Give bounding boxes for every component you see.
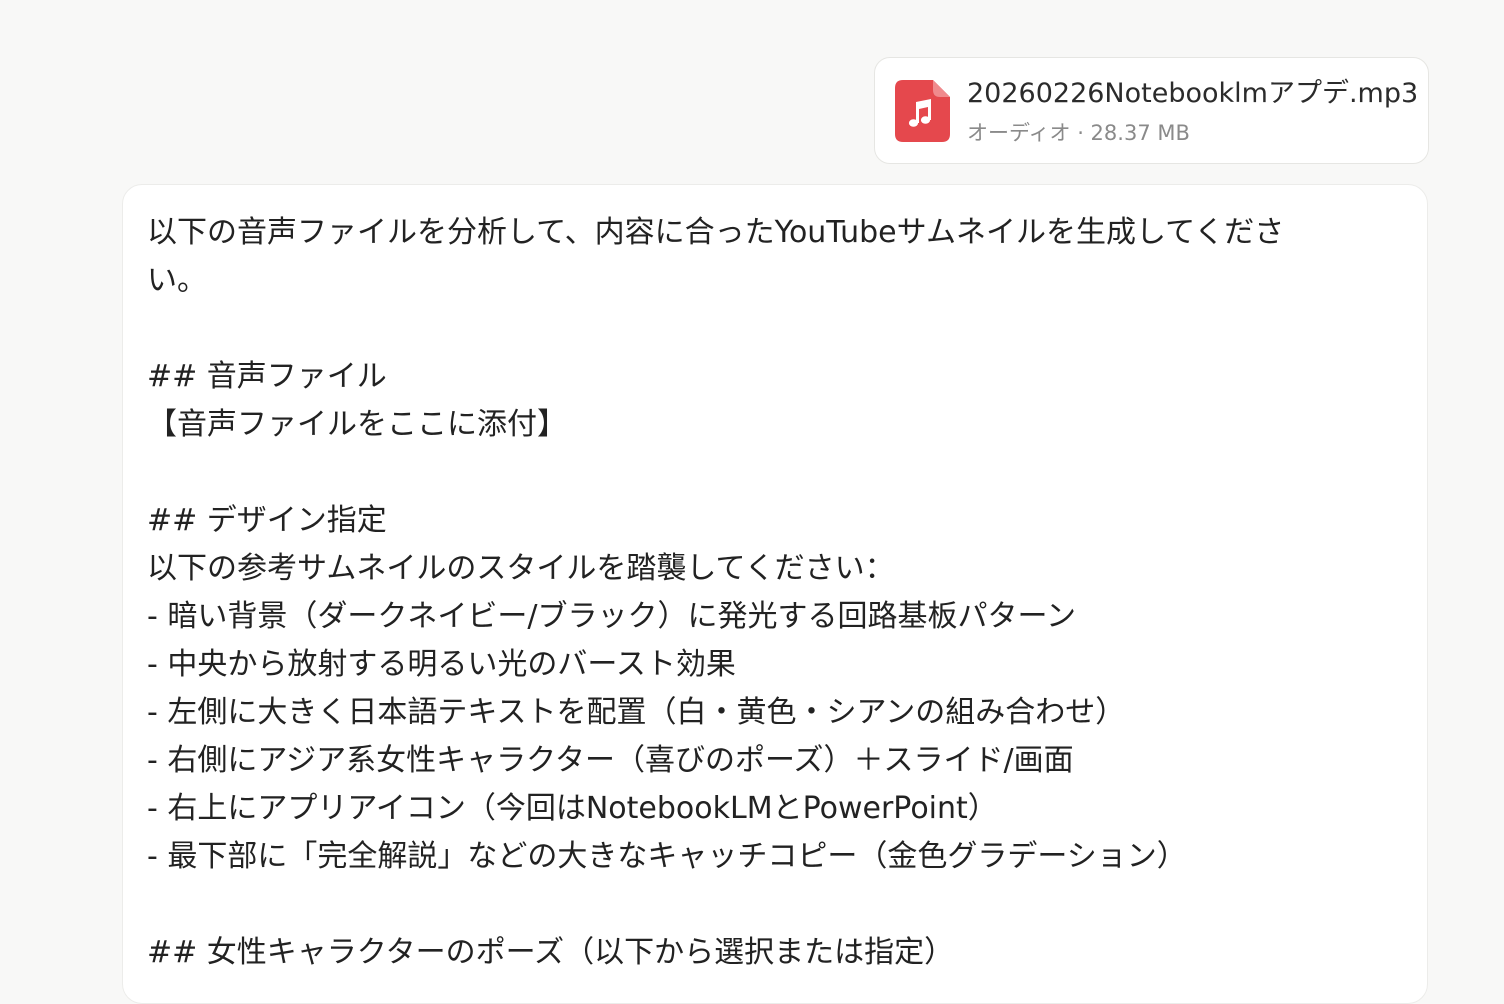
attachment-file-name: 20260226Notebooklmアプデ.mp3 bbox=[967, 78, 1419, 109]
message-list-item: - 暗い背景（ダークネイビー/ブラック）に発光する回路基板パターン bbox=[147, 599, 1076, 634]
message-list-item: - 右上にアプリアイコン（今回はNotebookLMとPowerPoint） bbox=[147, 791, 998, 826]
music-file-icon bbox=[895, 80, 950, 142]
message-list-item: - 最下部に「完全解説」などの大きなキャッチコピー（金色グラデーション） bbox=[147, 839, 1187, 874]
message-heading-line: ## 音声ファイル bbox=[147, 359, 387, 394]
message-line: 以下の音声ファイルを分析して、内容に合ったYouTubeサムネイルを生成してくだ… bbox=[147, 215, 1285, 250]
message-list-item: - 左側に大きく日本語テキストを配置（白・黄色・シアンの組み合わせ） bbox=[147, 695, 1126, 730]
user-message-bubble: 以下の音声ファイルを分析して、内容に合ったYouTubeサムネイルを生成してくだ… bbox=[122, 184, 1428, 1004]
message-line: い。 bbox=[147, 263, 207, 298]
message-line: 以下の参考サムネイルのスタイルを踏襲してください： bbox=[147, 551, 895, 586]
message-heading-line: ## デザイン指定 bbox=[147, 503, 387, 538]
message-line: 【音声ファイルをここに添付】 bbox=[147, 407, 567, 442]
message-heading-line: ## 女性キャラクターのポーズ（以下から選択または指定） bbox=[147, 935, 955, 970]
attachment-card[interactable]: 20260226Notebooklmアプデ.mp3 オーディオ · 28.37 … bbox=[874, 57, 1429, 164]
message-list-item: - 中央から放射する明るい光のバースト効果 bbox=[147, 647, 736, 682]
message-list-item: - 右側にアジア系女性キャラクター（喜びのポーズ）＋スライド/画面 bbox=[147, 743, 1074, 778]
attachment-meta: オーディオ · 28.37 MB bbox=[967, 121, 1190, 145]
